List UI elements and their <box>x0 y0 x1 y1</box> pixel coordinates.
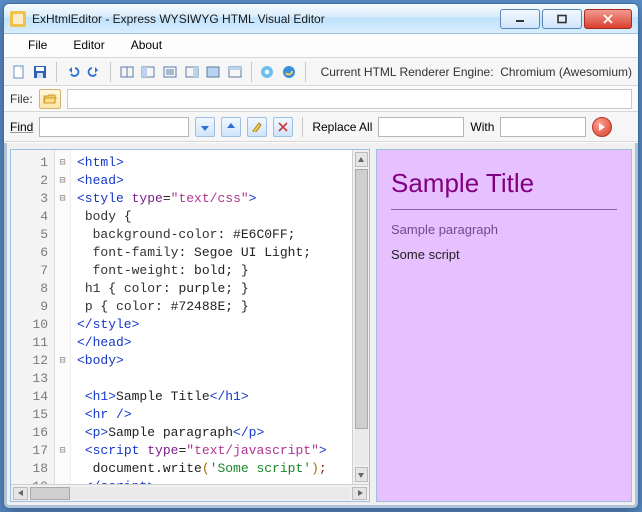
browser-ie-icon[interactable] <box>280 62 298 82</box>
maximize-button[interactable] <box>542 9 582 29</box>
renderer-label: Current HTML Renderer Engine: <box>321 65 494 79</box>
minimize-button[interactable] <box>500 9 540 29</box>
scroll-up-button[interactable] <box>355 152 368 167</box>
save-button[interactable] <box>32 62 50 82</box>
layout-code-button[interactable] <box>226 62 244 82</box>
file-label: File: <box>10 92 33 106</box>
findbar: Find Replace All With <box>4 112 638 142</box>
replace-go-button[interactable] <box>592 117 612 137</box>
code-editor[interactable]: 123456789101112131415161718192021 ⊟⊟⊟ ⊟ … <box>11 150 369 484</box>
client-area: 123456789101112131415161718192021 ⊟⊟⊟ ⊟ … <box>4 142 638 508</box>
preview-pane: Sample Title Sample paragraph Some scrip… <box>376 149 632 502</box>
preview-rule <box>391 209 617 210</box>
toolbar: Current HTML Renderer Engine: Chromium (… <box>4 58 638 86</box>
scroll-right-button[interactable] <box>352 487 367 500</box>
menu-file[interactable]: File <box>16 34 59 57</box>
highlight-all-button[interactable] <box>247 117 267 137</box>
close-button[interactable] <box>584 9 632 29</box>
replace-all-label: Replace All <box>312 120 372 134</box>
code-text[interactable]: <html> <head> <style type="text/css"> bo… <box>71 150 352 484</box>
preview-heading: Sample Title <box>391 168 617 199</box>
vertical-scrollbar[interactable] <box>352 150 369 484</box>
open-file-button[interactable] <box>39 89 61 109</box>
menubar: File Editor About <box>4 34 638 58</box>
layout-lines-button[interactable] <box>161 62 179 82</box>
with-input[interactable] <box>500 117 586 137</box>
toolbar-separator <box>305 62 306 82</box>
layout-split-button[interactable] <box>118 62 136 82</box>
folder-open-icon <box>43 93 57 105</box>
scroll-left-button[interactable] <box>13 487 28 500</box>
scroll-thumb[interactable] <box>30 487 70 500</box>
app-window: ExHtmlEditor - Express WYSIWYG HTML Visu… <box>3 3 639 509</box>
scroll-down-button[interactable] <box>355 467 368 482</box>
redo-button[interactable] <box>86 62 104 82</box>
menu-editor[interactable]: Editor <box>61 34 116 57</box>
browser-chrome-icon[interactable] <box>259 62 277 82</box>
titlebar[interactable]: ExHtmlEditor - Express WYSIWYG HTML Visu… <box>4 4 638 34</box>
renderer-status: Current HTML Renderer Engine: Chromium (… <box>321 65 632 79</box>
with-label: With <box>470 120 494 134</box>
find-label: Find <box>10 120 33 134</box>
layout-right-button[interactable] <box>183 62 201 82</box>
filebar: File: <box>4 86 638 112</box>
find-next-button[interactable] <box>195 117 215 137</box>
find-input[interactable] <box>39 117 189 137</box>
undo-button[interactable] <box>64 62 82 82</box>
clear-find-button[interactable] <box>273 117 293 137</box>
toolbar-separator <box>251 62 252 82</box>
window-title: ExHtmlEditor - Express WYSIWYG HTML Visu… <box>32 12 500 26</box>
scroll-track[interactable] <box>355 169 368 465</box>
menu-about[interactable]: About <box>119 34 174 57</box>
findbar-separator <box>302 117 303 137</box>
renderer-value: Chromium (Awesomium) <box>500 65 632 79</box>
preview-script-output: Some script <box>391 247 617 262</box>
file-path-input[interactable] <box>67 89 632 109</box>
line-number-gutter: 123456789101112131415161718192021 <box>11 150 55 484</box>
new-file-button[interactable] <box>10 62 28 82</box>
layout-left-button[interactable] <box>140 62 158 82</box>
app-icon <box>10 11 26 27</box>
replace-input[interactable] <box>378 117 464 137</box>
fold-gutter[interactable]: ⊟⊟⊟ ⊟ ⊟ <box>55 150 71 484</box>
toolbar-separator <box>56 62 57 82</box>
find-prev-button[interactable] <box>221 117 241 137</box>
scroll-track[interactable] <box>30 487 350 500</box>
layout-full-button[interactable] <box>204 62 222 82</box>
code-pane: 123456789101112131415161718192021 ⊟⊟⊟ ⊟ … <box>10 149 370 502</box>
toolbar-separator <box>110 62 111 82</box>
scroll-thumb[interactable] <box>355 169 368 429</box>
preview-paragraph: Sample paragraph <box>391 222 617 237</box>
horizontal-scrollbar[interactable] <box>11 484 369 501</box>
